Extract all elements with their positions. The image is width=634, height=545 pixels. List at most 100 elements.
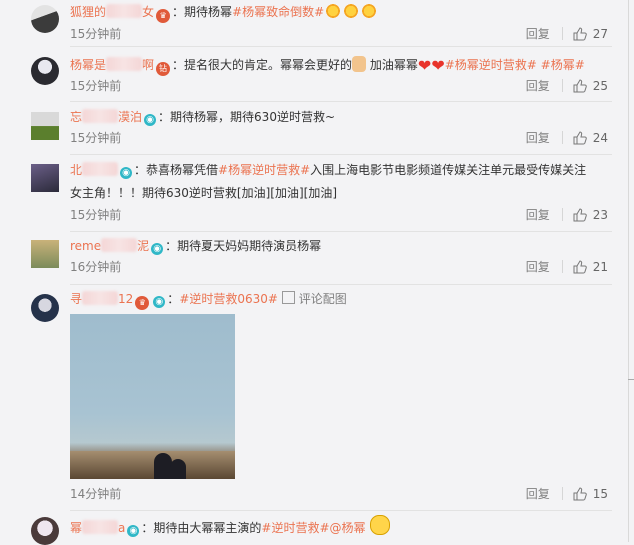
comment-body: reme 泥 ◉ ：期待夏天妈妈期待演员杨幂 [70, 238, 322, 255]
verified-badge-icon: ◉ [151, 243, 164, 255]
like-count: 23 [592, 207, 608, 222]
comment-list: 狐狸的女 ♛ ：期待杨幂#杨幂致命倒数# 15分钟前 回复 27 杨幂是啊钻：提名很… [18, 0, 616, 545]
comment-body: 忘漠泊 ◉ ：期待杨幂，期待630逆时营救~ [70, 109, 336, 126]
scroll-tick [628, 379, 634, 380]
verified-badge-icon: ◉ [144, 114, 157, 126]
comment-body: 狐狸的女 ♛ ：期待杨幂#杨幂致命倒数# [70, 2, 608, 23]
comment-item: 狐狸的女 ♛ ：期待杨幂#杨幂致命倒数# 15分钟前 回复 27 [18, 0, 612, 47]
blurred-name [106, 57, 143, 71]
comment-text: 期待夏天妈妈期待演员杨幂 [177, 239, 322, 253]
comment-actions: 回复 15 [526, 485, 608, 502]
comment-time: 15分钟前 [70, 79, 122, 93]
username-link[interactable]: 北 [70, 162, 119, 177]
comment-item: 北 ◉ ：恭喜杨幂凭借#杨幂逆时营救#入围上海电影节电影频道传媒关注单元最受传媒关注… [18, 155, 612, 232]
comment-image[interactable] [70, 314, 235, 479]
blurred-name [82, 291, 119, 305]
verified-badge-icon: ◉ [153, 296, 166, 308]
comment-actions: 回复 21 [526, 258, 608, 275]
username-link[interactable]: 杨幂是啊 [70, 57, 154, 72]
blurred-name [82, 520, 119, 534]
reply-button[interactable]: 回复 [526, 25, 550, 42]
comment-item: reme 泥 ◉ ：期待夏天妈妈期待演员杨幂 16分钟前 回复 21 [18, 232, 612, 285]
comment-actions: 回复 27 [526, 25, 608, 42]
reply-button[interactable]: 回复 [526, 77, 550, 94]
divider [70, 510, 612, 511]
sun-emoji-icon [343, 3, 360, 19]
image-ground [70, 451, 235, 479]
comment-actions: 回复 23 [526, 206, 608, 223]
divider [561, 260, 563, 273]
reply-button[interactable]: 回复 [526, 206, 550, 223]
heart-emoji-icon: ❤ [431, 56, 445, 75]
vip-badge-icon: 钻 [156, 62, 171, 76]
thumbs-up-icon[interactable] [573, 26, 587, 41]
comment-text: 期待杨幂，期待630逆时营救~ [170, 110, 336, 124]
reply-button[interactable]: 回复 [526, 258, 550, 275]
comment-text: 期待杨幂 [184, 5, 233, 19]
comment-body: 杨幂是啊钻：提名很大的肯定。幂幂会更好的 加油幂幂❤❤#杨幂逆时营救# #杨幂# [70, 56, 585, 76]
image-figure [170, 459, 186, 479]
comment-time: 15分钟前 [70, 208, 122, 222]
comment-actions: 回复 24 [526, 129, 608, 146]
username-link[interactable]: 幂a [70, 520, 125, 535]
sun-emoji-icon [325, 3, 342, 19]
topic-link[interactable]: #杨幂# [541, 58, 585, 72]
comment-time: 15分钟前 [70, 27, 122, 41]
topic-link[interactable]: #杨幂致命倒数# [232, 5, 324, 19]
blurred-name [101, 238, 138, 252]
thumbs-up-icon[interactable] [573, 207, 587, 222]
comment-time: 16分钟前 [70, 260, 122, 274]
blurred-name [82, 109, 119, 123]
like-count: 27 [592, 26, 608, 41]
mention-link[interactable]: @杨幂 [330, 521, 366, 535]
topic-link[interactable]: #逆时营救# [261, 521, 329, 535]
face-emoji-icon [370, 515, 391, 535]
comment-time: 15分钟前 [70, 131, 122, 145]
thumbs-up-icon[interactable] [573, 78, 587, 93]
comment-text: 提名很大的肯定。幂幂会更好的 [184, 58, 353, 72]
comment-body-line2: 女主角！！！期待630逆时营救[加油][加油][加油] [70, 186, 337, 200]
like-count: 21 [592, 259, 608, 274]
comment-item: 寻 12 ♛ ◉ ：#逆时营救0630# 评论配图 14分钟前 回复 15 [18, 286, 612, 511]
thumbs-up-icon[interactable] [573, 486, 587, 501]
divider [561, 487, 563, 500]
divider [561, 27, 563, 40]
avatar[interactable] [31, 164, 59, 192]
comment-picture-link[interactable]: 评论配图 [281, 291, 347, 306]
avatar[interactable] [31, 5, 59, 33]
thumbs-up-icon[interactable] [573, 259, 587, 274]
reply-button[interactable]: 回复 [526, 129, 550, 146]
thumbs-up-icon[interactable] [573, 130, 587, 145]
avatar[interactable] [31, 112, 59, 140]
like-count: 15 [592, 486, 608, 501]
sun-emoji-icon [361, 3, 378, 19]
comment-item: 忘漠泊 ◉ ：期待杨幂，期待630逆时营救~ 15分钟前 回复 24 [18, 102, 612, 156]
comment-item: 杨幂是啊钻：提名很大的肯定。幂幂会更好的 加油幂幂❤❤#杨幂逆时营救# #杨幂#… [18, 47, 612, 102]
comment-body: 幂 a ◉ ：期待由大幂幂主演的#逆时营救#@杨幂 [70, 515, 608, 538]
username-link[interactable]: reme 泥 [70, 238, 149, 253]
divider [561, 208, 563, 221]
blurred-name [82, 162, 119, 176]
heart-emoji-icon: ❤ [417, 56, 432, 75]
comment-text: 期待由大幂幂主演的 [153, 521, 262, 535]
like-count: 25 [592, 78, 608, 93]
username-link[interactable]: 寻 12 [70, 291, 133, 306]
topic-link[interactable]: #杨幂逆时营救# [218, 163, 310, 177]
topic-link[interactable]: #逆时营救0630# [179, 292, 278, 306]
thumbs-up-emoji-icon [352, 56, 367, 72]
comment-actions: 回复 25 [526, 77, 608, 94]
username-link[interactable]: 狐狸的女 [70, 4, 154, 19]
reply-button[interactable]: 回复 [526, 485, 550, 502]
blurred-name [106, 4, 143, 18]
avatar[interactable] [31, 294, 59, 322]
topic-link[interactable]: #杨幂逆时营救# [445, 58, 537, 72]
vip-badge-icon: ♛ [156, 9, 171, 23]
avatar[interactable] [31, 517, 59, 545]
like-count: 24 [592, 130, 608, 145]
username-link[interactable]: 忘漠泊 [70, 109, 142, 124]
comment-body: 寻 12 ♛ ◉ ：#逆时营救0630# 评论配图 [70, 289, 608, 310]
comment-body: 北 ◉ ：恭喜杨幂凭借#杨幂逆时营救#入围上海电影节电影频道传媒关注单元最受传媒关注 [70, 162, 587, 179]
avatar[interactable] [31, 57, 59, 85]
picture-icon [281, 291, 295, 304]
avatar[interactable] [31, 240, 59, 268]
